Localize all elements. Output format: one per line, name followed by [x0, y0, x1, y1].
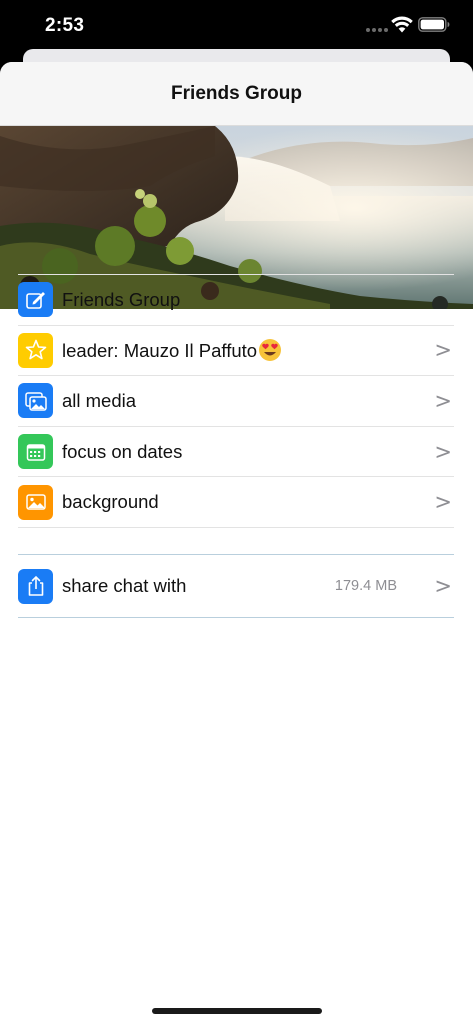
leader-label: leader: Mauzo Il Paffuto — [62, 340, 258, 362]
group-info-sheet: Friends Group — [0, 62, 473, 1024]
share-list: share chat with 179.4 MB > — [18, 554, 454, 618]
chevron-right-icon: > — [434, 338, 452, 363]
background-row[interactable]: background > — [18, 477, 454, 528]
share-chat-row[interactable]: share chat with 179.4 MB > — [18, 555, 454, 617]
group-name-row[interactable]: Friends Group — [18, 275, 454, 326]
group-settings-list: Friends Group leader: Mauzo Il Paffuto >… — [18, 274, 454, 528]
heart-eyes-emoji-icon — [259, 339, 282, 362]
image-icon — [18, 484, 53, 520]
all-media-row[interactable]: all media > — [18, 376, 454, 427]
wifi-icon — [391, 16, 413, 33]
focus-on-dates-label: focus on dates — [62, 440, 183, 462]
chevron-right-icon: > — [434, 574, 452, 598]
photos-icon — [18, 383, 53, 419]
group-name-label: Friends Group — [62, 288, 181, 310]
leader-row[interactable]: leader: Mauzo Il Paffuto > — [18, 326, 454, 377]
status-bar: 2:53 — [0, 0, 473, 52]
focus-on-dates-row[interactable]: focus on dates > — [18, 427, 454, 478]
signal-icon — [366, 28, 388, 32]
battery-icon — [418, 17, 450, 32]
calendar-icon — [18, 434, 53, 470]
chat-size-value: 179.4 MB — [334, 578, 397, 594]
all-media-label: all media — [62, 389, 137, 411]
share-icon — [18, 568, 53, 604]
compose-icon — [18, 282, 53, 318]
navigation-bar: Friends Group — [0, 62, 473, 126]
page-title: Friends Group — [171, 82, 302, 104]
chevron-right-icon: > — [434, 490, 452, 515]
chevron-right-icon: > — [434, 439, 452, 464]
home-indicator[interactable] — [152, 1008, 322, 1014]
share-chat-label: share chat with — [62, 575, 187, 596]
star-icon — [18, 332, 53, 368]
status-time: 2:53 — [45, 15, 85, 36]
background-label: background — [62, 491, 159, 513]
chevron-right-icon: > — [434, 388, 452, 413]
